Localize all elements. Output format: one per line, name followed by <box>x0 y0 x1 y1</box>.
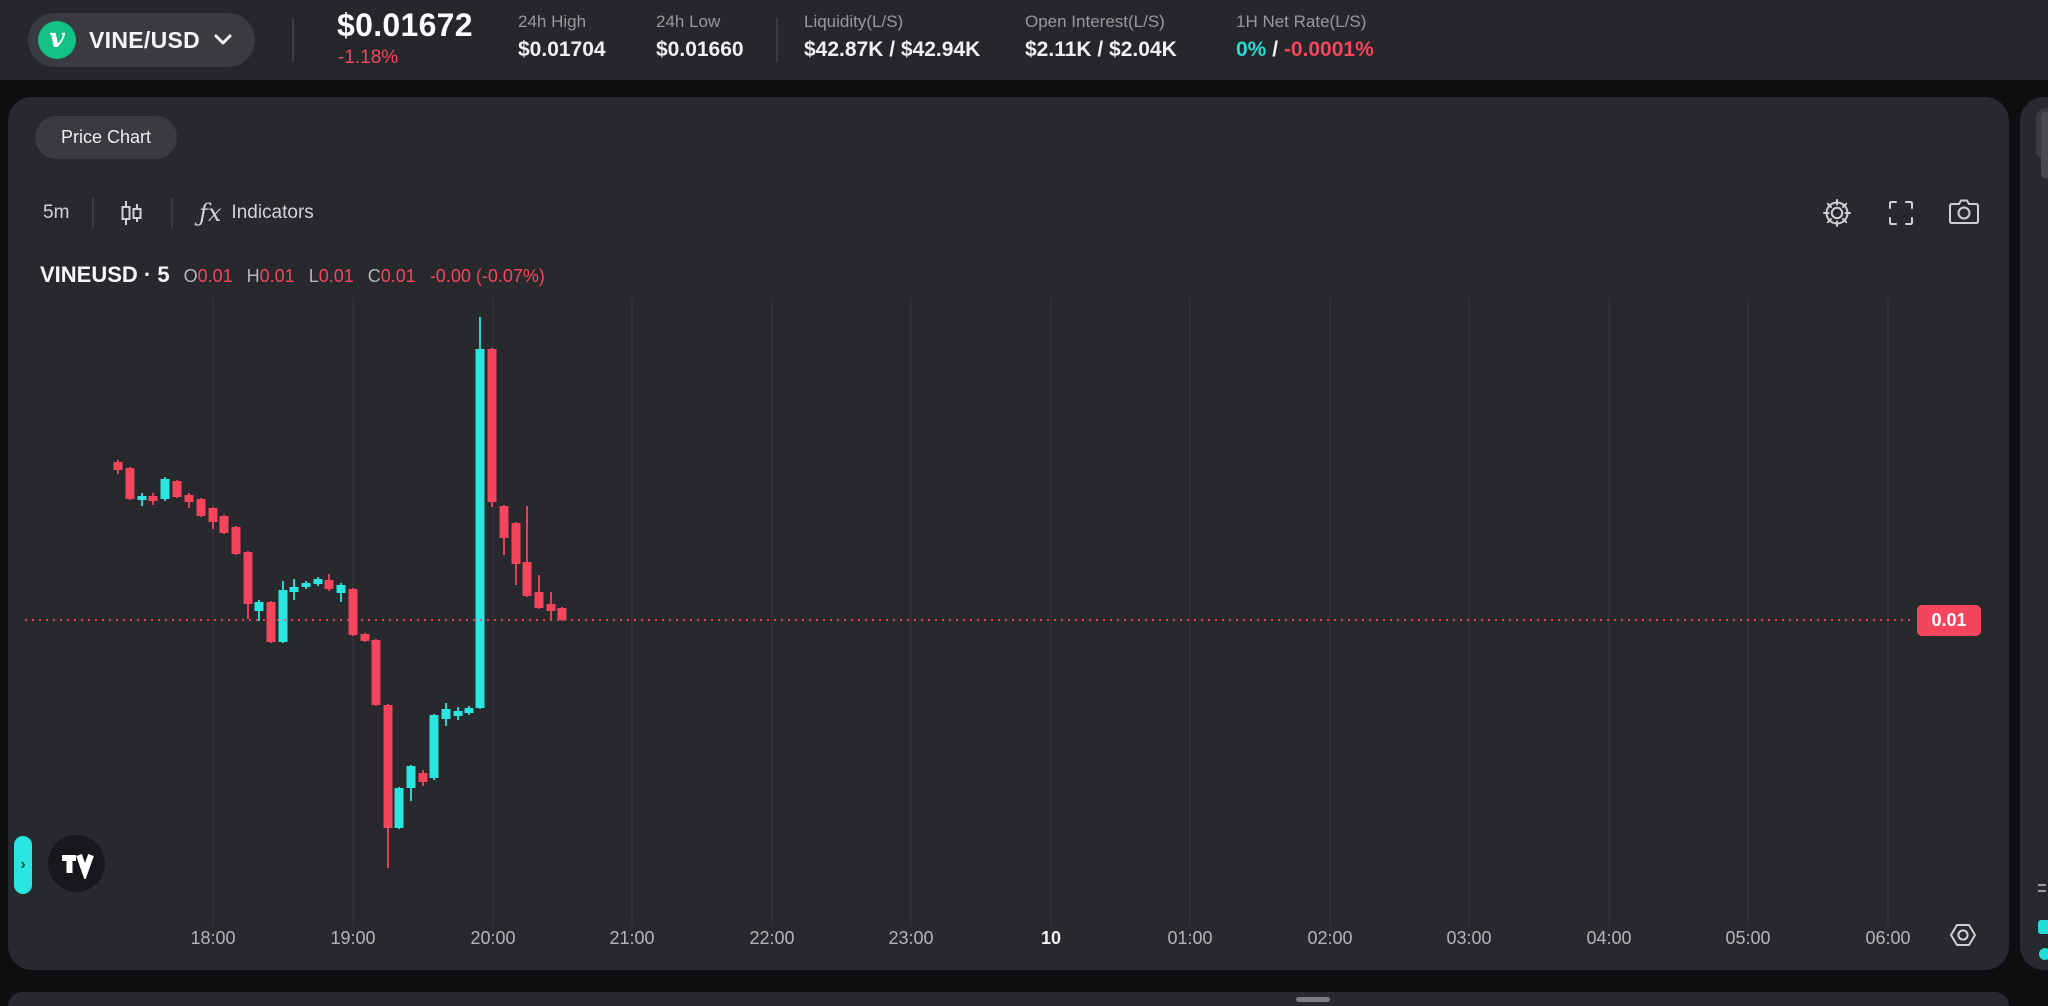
chevron-down-icon <box>213 34 233 46</box>
tradingview-logo-icon <box>60 849 94 879</box>
header-divider <box>776 18 778 62</box>
stat-label: 1H Net Rate(L/S) <box>1236 12 1366 32</box>
x-axis-label: 06:00 <box>1865 928 1910 948</box>
x-axis-label: 03:00 <box>1446 928 1491 948</box>
stat-value: $42.87K / $42.94K <box>804 38 980 62</box>
stat-label: Open Interest(L/S) <box>1025 12 1165 32</box>
net-rate-long: 0% <box>1236 38 1266 61</box>
x-axis-label: 18:00 <box>190 928 235 948</box>
net-rate-short: -0.0001% <box>1284 38 1374 61</box>
x-axis-label: 01:00 <box>1167 928 1212 948</box>
stat-label: 24h High <box>518 12 586 32</box>
x-axis-label: 19:00 <box>330 928 375 948</box>
scrollbar-thumb[interactable] <box>2041 112 2048 178</box>
price-chart-panel: Price Chart 5m ƒx Indicators <box>8 97 2009 970</box>
x-axis-label: 10 <box>1041 928 1061 948</box>
clipped-cyan-fragment <box>2038 920 2048 934</box>
pair-selector[interactable]: v VINE/USD <box>28 13 255 67</box>
hexagon-settings-icon <box>1948 921 1978 949</box>
panel-resize-handle[interactable] <box>1296 997 1330 1002</box>
candlestick-chart[interactable]: 18:00 19:00 20:00 21:00 22:00 23:00 10 01:00 02:… <box>8 97 2009 970</box>
market-header: v VINE/USD $0.01672 -1.18% 24h High $0.0… <box>0 0 2048 80</box>
x-axis-label: 22:00 <box>749 928 794 948</box>
clipped-side-panel <box>2020 97 2048 970</box>
header-divider <box>292 18 294 62</box>
x-axis-label: 21:00 <box>609 928 654 948</box>
bottom-panel-edge <box>8 992 2009 1006</box>
stat-value: $0.01660 <box>656 38 744 62</box>
chevron-right-icon: › <box>20 856 25 874</box>
clipped-cyan-dot <box>2039 948 2048 960</box>
stat-label: Liquidity(L/S) <box>804 12 903 32</box>
x-axis-label: 04:00 <box>1586 928 1631 948</box>
axis-settings-button[interactable] <box>1943 917 1983 953</box>
price-change-percent: -1.18% <box>338 47 398 69</box>
x-axis-label: 02:00 <box>1307 928 1352 948</box>
drawing-toolbar-expand-tab[interactable]: › <box>14 836 32 894</box>
x-axis-label: 05:00 <box>1725 928 1770 948</box>
x-axis-label: 23:00 <box>888 928 933 948</box>
pair-name: VINE/USD <box>89 27 200 54</box>
vine-token-icon: v <box>38 21 76 59</box>
stat-value: $0.01704 <box>518 38 606 62</box>
stat-label: 24h Low <box>656 12 720 32</box>
tradingview-logo[interactable] <box>48 835 105 892</box>
clipped-text-fragment <box>2038 884 2046 886</box>
price-scale-badge: 0.01 <box>1917 605 1981 636</box>
stat-value: $2.11K / $2.04K <box>1025 38 1177 62</box>
x-axis-label: 20:00 <box>470 928 515 948</box>
last-price: $0.01672 <box>337 7 473 44</box>
net-rate-separator: / <box>1266 38 1284 61</box>
clipped-text-fragment <box>2038 890 2046 892</box>
